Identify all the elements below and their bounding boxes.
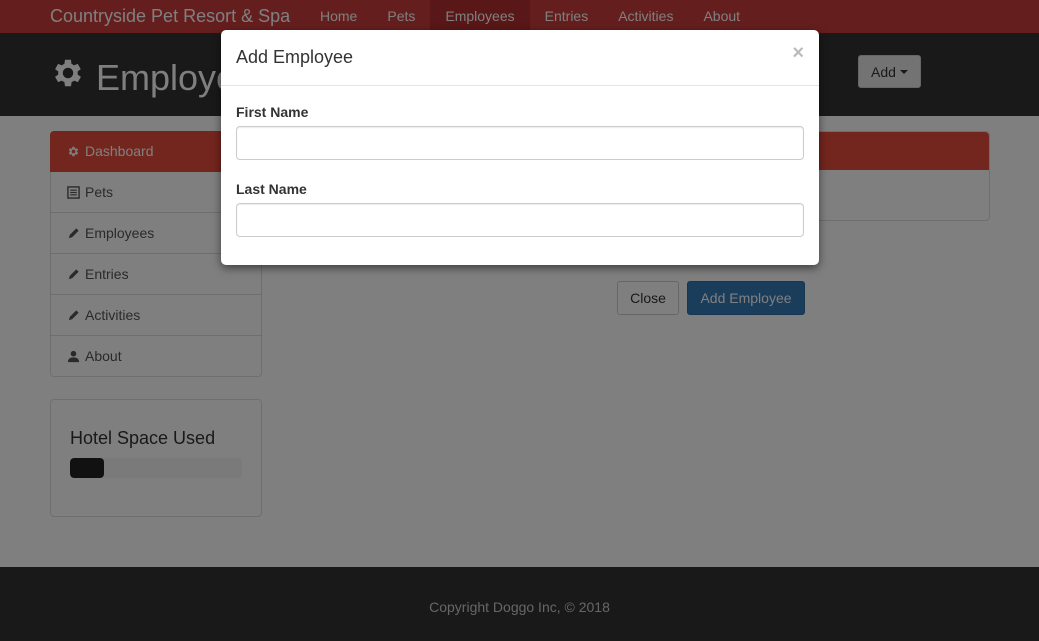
add-employee-modal: Add Employee × First Name Last Name (221, 30, 819, 265)
close-icon[interactable]: × (792, 42, 804, 65)
modal-header: Add Employee × (221, 30, 819, 86)
modal-title: Add Employee (236, 47, 354, 67)
last-name-label: Last Name (236, 181, 307, 197)
first-name-field[interactable] (236, 126, 804, 160)
modal-body: First Name Last Name (221, 86, 819, 270)
first-name-label: First Name (236, 104, 309, 120)
last-name-field[interactable] (236, 203, 804, 237)
